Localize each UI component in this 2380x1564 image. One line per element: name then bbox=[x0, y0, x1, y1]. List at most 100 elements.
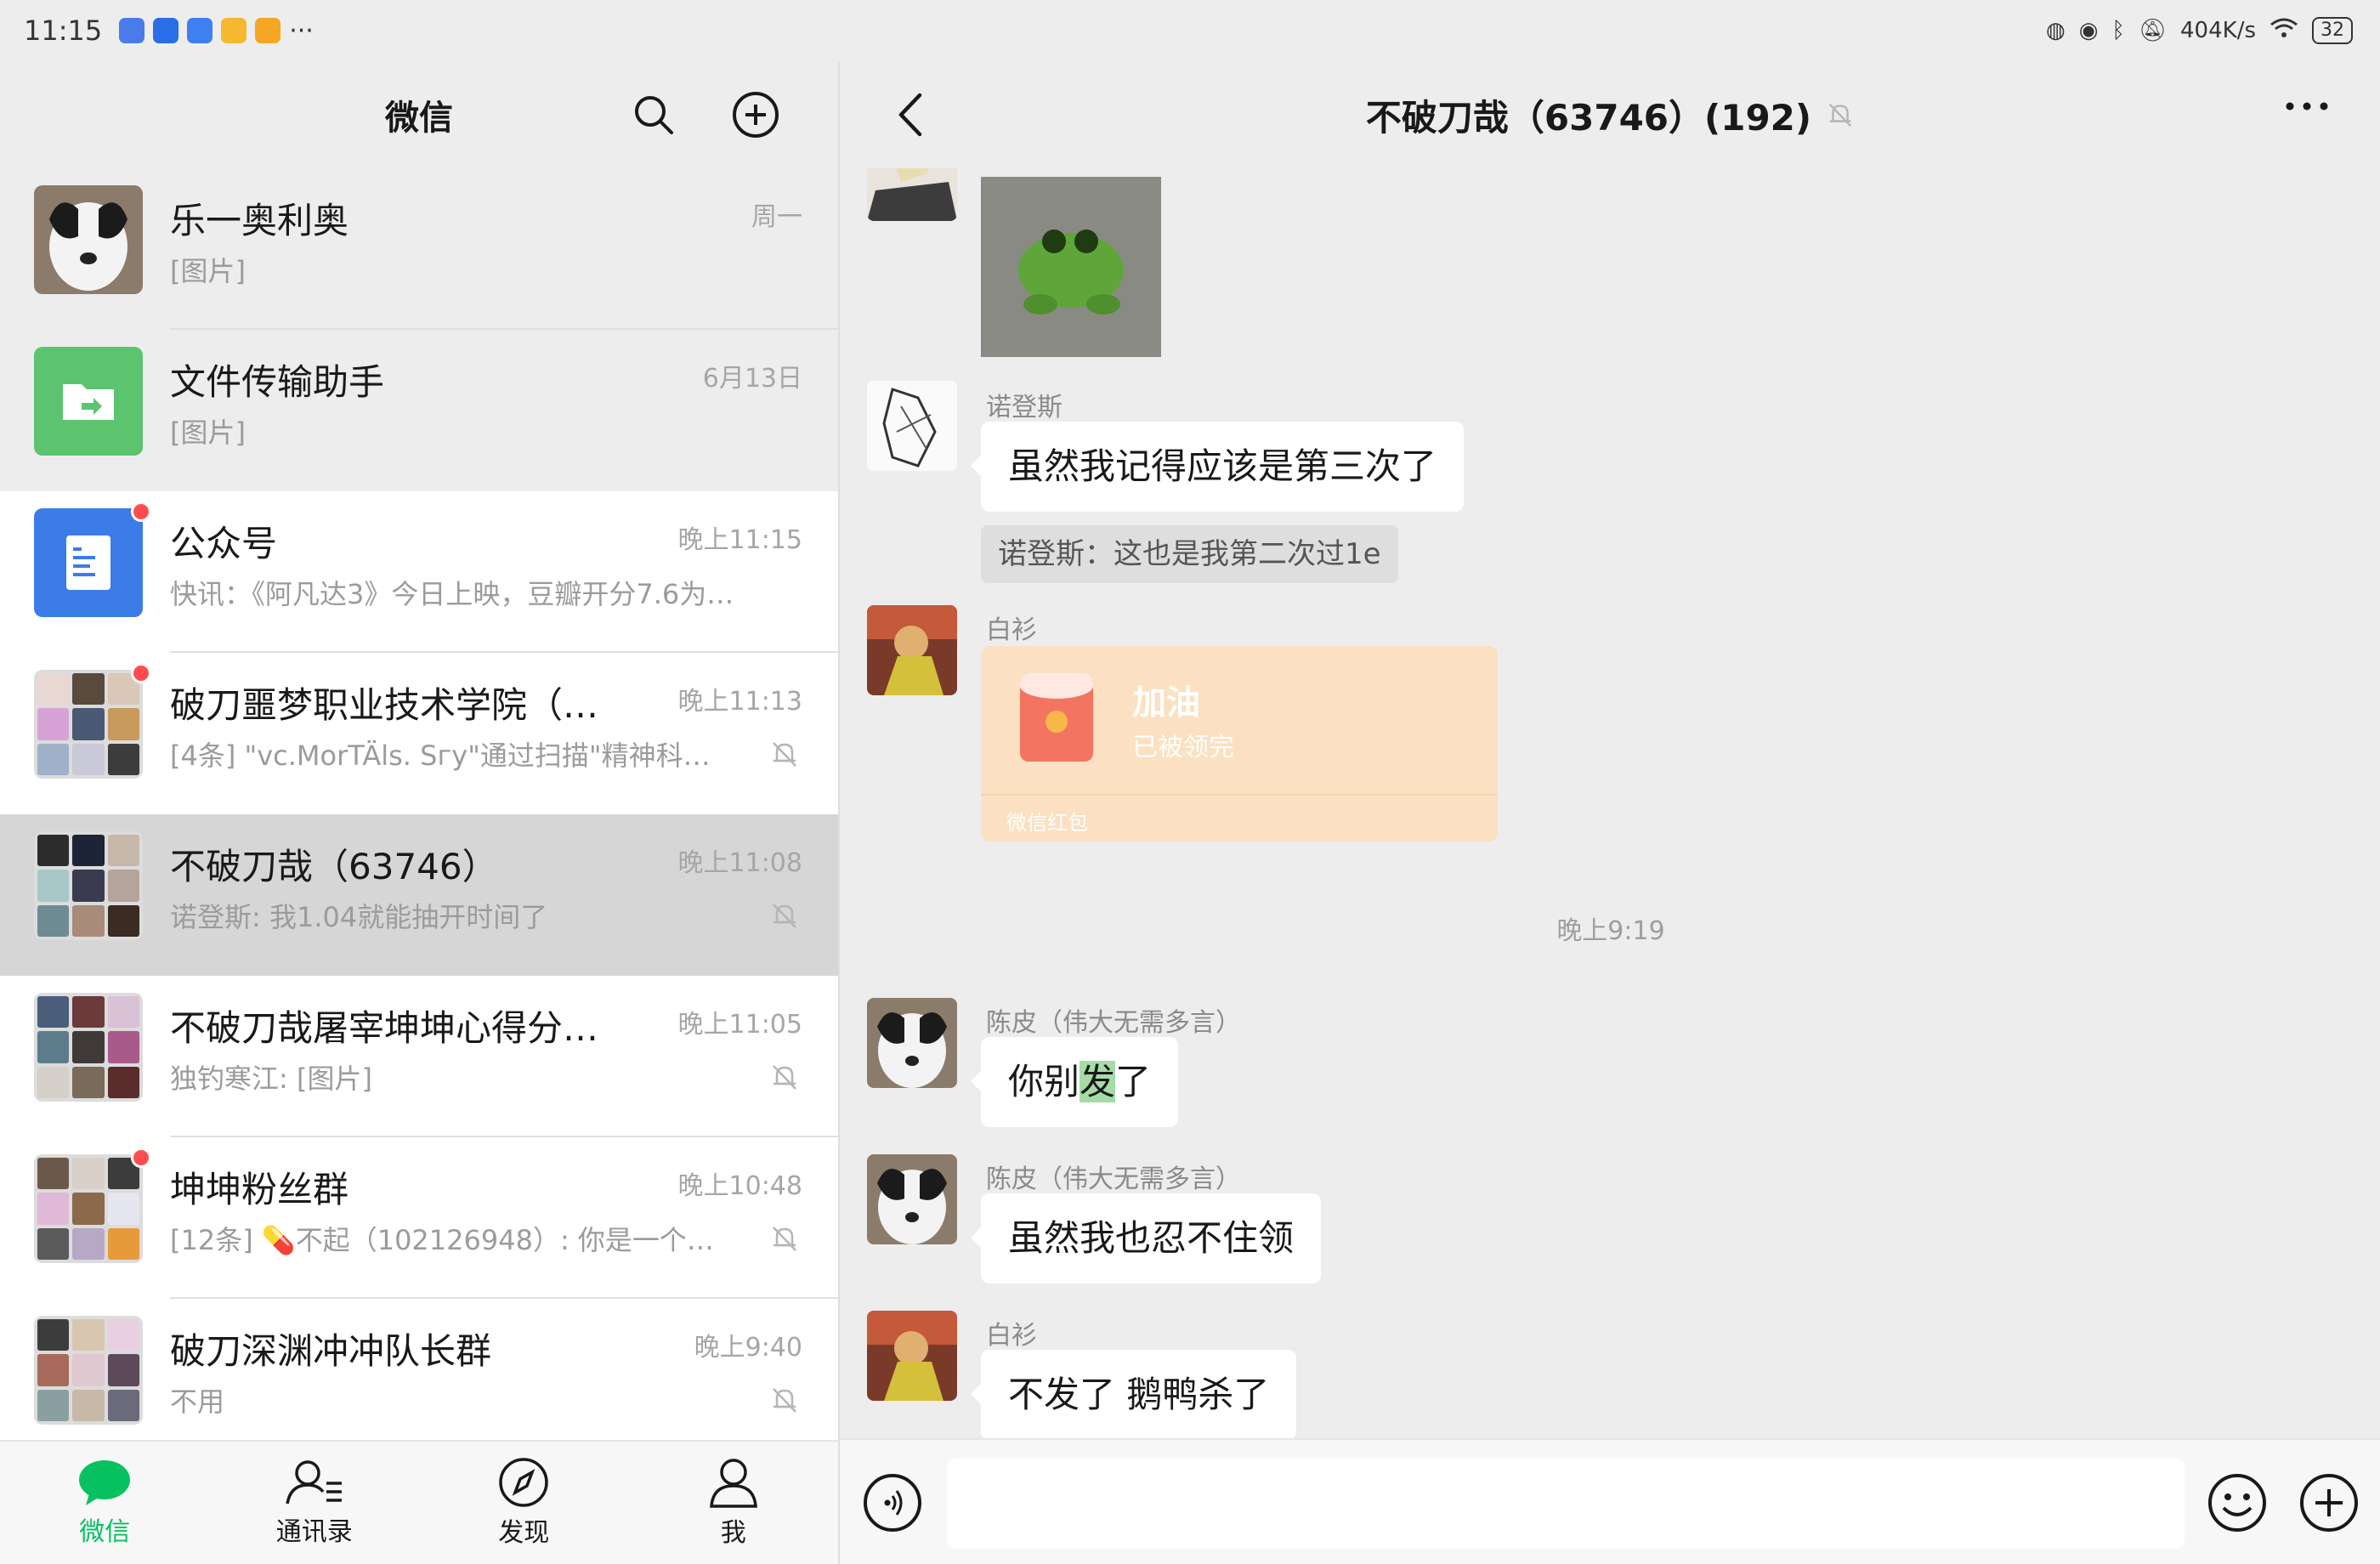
status-time: 11:15 bbox=[24, 14, 103, 47]
avatar[interactable] bbox=[867, 605, 957, 695]
chat-item[interactable]: 破刀噩梦职业技术学院（… [4条] "vc.MorTÄls. Sгу"通过扫描"… bbox=[0, 653, 838, 814]
chat-title-wrap: 不破刀哉（63746）(192) bbox=[1366, 89, 1856, 141]
unread-dot bbox=[131, 502, 151, 522]
net-speed: 404K/s bbox=[2180, 18, 2256, 43]
tab-me[interactable]: 我 bbox=[629, 1442, 839, 1564]
bottom-tab-bar: 微信 通讯录 发现 我 bbox=[0, 1440, 838, 1564]
message-timestamp: 晚上9:19 bbox=[1556, 916, 1665, 946]
chat-name: 不破刀哉（63746） bbox=[170, 846, 498, 887]
chat-bubble-icon bbox=[79, 1460, 131, 1505]
tab-contacts[interactable]: 通讯录 bbox=[210, 1442, 420, 1564]
avatar[interactable] bbox=[867, 998, 957, 1088]
group-avatar bbox=[34, 993, 143, 1102]
tab-label: 微信 bbox=[79, 1517, 131, 1547]
message-bubble[interactable]: 虽然我也忍不住领 bbox=[970, 1193, 1322, 1284]
tab-chats[interactable]: 微信 bbox=[0, 1442, 210, 1564]
message-input[interactable] bbox=[947, 1459, 2184, 1549]
battery-indicator: 32 bbox=[2312, 17, 2353, 44]
app-notification-icon bbox=[119, 18, 145, 43]
avatar[interactable] bbox=[867, 381, 957, 471]
voice-icon bbox=[884, 1490, 903, 1516]
chat-name: 破刀深渊冲冲队长群 bbox=[170, 1330, 492, 1372]
chat-time: 6月13日 bbox=[702, 364, 802, 394]
status-bar: 11:15 ··· ◍ ◉ ᛒ 🔕︎ 404K/s 32 bbox=[0, 0, 2380, 61]
red-packet[interactable]: 加油 已被领完 微信红包 bbox=[981, 646, 1498, 842]
chat-time: 晚上10:48 bbox=[677, 1171, 802, 1201]
silent-icon: 🔕︎ bbox=[2139, 18, 2168, 43]
red-packet-footer: 微信红包 bbox=[981, 794, 1498, 842]
quoted-reply[interactable]: 诺登斯：这也是我第二次过1e bbox=[981, 525, 1398, 583]
status-right: ◍ ◉ ᛒ 🔕︎ 404K/s 32 bbox=[2046, 17, 2353, 45]
tab-discover[interactable]: 发现 bbox=[419, 1442, 629, 1564]
message-text: 了 bbox=[1115, 1061, 1152, 1102]
sender-name: 陈皮（伟大无需多言） bbox=[986, 1008, 1241, 1038]
avatar[interactable] bbox=[867, 1154, 957, 1244]
emoji-icon[interactable] bbox=[2207, 1472, 2268, 1533]
message-bubble[interactable]: 不发了 鹅鸭杀了 bbox=[970, 1350, 1297, 1438]
add-icon[interactable] bbox=[731, 90, 780, 139]
red-packet-label: 微信红包 bbox=[1006, 811, 1088, 835]
group-avatar bbox=[34, 1154, 143, 1263]
avatar[interactable] bbox=[867, 168, 957, 221]
mute-icon bbox=[773, 904, 796, 928]
chat-item-selected[interactable]: 不破刀哉（63746） 诺登斯: 我1.04就能抽开时间了 晚上11:08 bbox=[0, 814, 838, 976]
sender-name: 白衫 bbox=[986, 615, 1037, 645]
unread-dot bbox=[131, 1148, 151, 1168]
more-functions-icon[interactable] bbox=[2298, 1472, 2360, 1533]
search-icon[interactable] bbox=[629, 90, 678, 139]
red-envelope-icon bbox=[1020, 673, 1093, 762]
highlighted-text: 发 bbox=[1080, 1061, 1116, 1102]
chat-item[interactable]: 乐一奥利奥 [图片] 周一 bbox=[0, 168, 838, 330]
eye-icon: ◉ bbox=[2078, 18, 2099, 43]
message-text: 你别 bbox=[1008, 1061, 1080, 1102]
chat-item[interactable]: 不破刀哉屠宰坤坤心得分… 独钓寒江: [图片] 晚上11:05 bbox=[0, 976, 838, 1137]
cloud-app-icon bbox=[153, 18, 179, 43]
mute-icon bbox=[773, 742, 796, 767]
official-accounts-icon bbox=[34, 508, 143, 617]
left-header: 微信 bbox=[0, 61, 838, 168]
chat-time: 晚上11:15 bbox=[677, 525, 802, 555]
chat-header: 不破刀哉（63746）(192) bbox=[840, 61, 2380, 168]
chat-item[interactable]: 文件传输助手 [图片] 6月13日 bbox=[0, 330, 838, 491]
message-bubble[interactable]: 虽然我记得应该是第三次了 bbox=[970, 422, 1465, 512]
sticker-image[interactable] bbox=[981, 177, 1161, 357]
chat-name: 破刀噩梦职业技术学院（… bbox=[170, 684, 599, 726]
chat-item[interactable]: 坤坤粉丝群 [12条] 💊不起（102126948）: 你是一个好人 晚上10:… bbox=[0, 1137, 838, 1299]
message-area: 诺登斯 虽然我记得应该是第三次了 诺登斯：这也是我第二次过1e 白衫 加油 已被… bbox=[840, 168, 2380, 1438]
red-packet-status: 已被领完 bbox=[1132, 733, 1234, 762]
file-transfer-icon bbox=[34, 347, 143, 456]
chat-item[interactable]: 破刀深渊冲冲队长群 不用 晚上9:40 bbox=[0, 1299, 838, 1440]
voice-input-button[interactable] bbox=[864, 1474, 921, 1532]
chat-time: 周一 bbox=[751, 202, 802, 232]
message-bubble[interactable]: 你别发了 bbox=[970, 1037, 1179, 1127]
chat-time: 晚上11:05 bbox=[677, 1010, 802, 1040]
chat-name: 公众号 bbox=[170, 523, 278, 564]
chat-list: 乐一奥利奥 [图片] 周一 文件传输助手 [图片] 6月13日 公众号 快讯：《… bbox=[0, 168, 838, 1440]
avatar[interactable] bbox=[867, 1311, 957, 1401]
group-avatar bbox=[34, 1316, 143, 1425]
conversation-list-pane: 微信 乐一奥利奥 [图片] 周一 文件传输助手 [图片] 6月13日 公众号 快… bbox=[0, 61, 838, 1564]
app-title: 微信 bbox=[385, 99, 453, 138]
sender-name: 陈皮（伟大无需多言） bbox=[986, 1164, 1241, 1194]
contacts-icon bbox=[286, 1460, 342, 1504]
chat-preview: 诺登斯: 我1.04就能抽开时间了 bbox=[170, 901, 548, 933]
more-notifications-icon: ··· bbox=[289, 15, 314, 46]
chat-name: 文件传输助手 bbox=[170, 361, 385, 403]
chat-time: 晚上9:40 bbox=[694, 1333, 802, 1363]
group-avatar bbox=[34, 670, 143, 779]
back-icon[interactable] bbox=[894, 90, 928, 143]
chat-title: 不破刀哉（63746）(192) bbox=[1365, 96, 1812, 139]
chat-time: 晚上11:08 bbox=[677, 848, 802, 878]
chat-time: 晚上11:13 bbox=[677, 687, 802, 717]
mute-icon bbox=[773, 1388, 796, 1413]
chat-preview: [4条] "vc.MorTÄls. Sгу"通过扫描"精神科主… bbox=[170, 740, 714, 772]
wifi-icon bbox=[2270, 17, 2298, 45]
sender-name: 诺登斯 bbox=[986, 393, 1062, 422]
mute-icon bbox=[773, 1065, 796, 1090]
chat-preview: [图片] bbox=[170, 255, 246, 287]
more-options-icon[interactable] bbox=[2285, 99, 2329, 115]
bluetooth-icon: ᛒ bbox=[2111, 18, 2125, 43]
chat-item[interactable]: 公众号 快讯：《阿凡达3》今日上映，豆瓣开分7.6为… 晚上11:15 bbox=[0, 491, 838, 653]
chat-preview: 快讯：《阿凡达3》今日上映，豆瓣开分7.6为… bbox=[170, 578, 734, 610]
mute-icon bbox=[773, 1227, 796, 1251]
